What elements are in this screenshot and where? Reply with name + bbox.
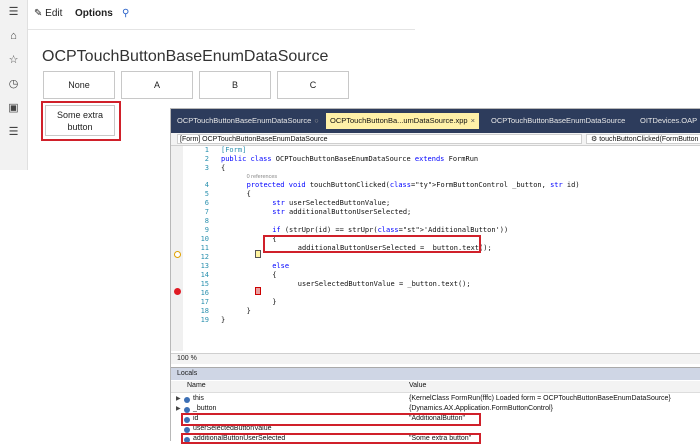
line-number: 8 (204, 217, 209, 225)
code-line: [Form] (221, 146, 247, 154)
none-button[interactable]: None (43, 71, 115, 99)
local-value: {KernelClass FormRun(fffc) Loaded form =… (409, 395, 671, 402)
line-number: 17 (200, 298, 209, 306)
class-dropdown[interactable]: [Form] OCPTouchButtonBaseEnumDataSource (177, 134, 582, 144)
navigation-rail: ☰ ⌂ ☆ ◷ ▣ ☰ (0, 0, 28, 170)
name-column-header[interactable]: Name (187, 382, 206, 389)
visual-studio-window: OCPTouchButtonBaseEnumDataSource ○ OCPTou… (170, 108, 700, 444)
edit-button[interactable]: ✎ Edit (34, 8, 62, 19)
line-number: 15 (200, 280, 209, 288)
line-number: 18 (200, 307, 209, 315)
code-line: } (246, 307, 251, 315)
pin-icon[interactable]: ○ (314, 116, 319, 125)
b-button[interactable]: B (199, 71, 271, 99)
closing-brace-marker-icon (255, 250, 261, 258)
code-line: if (strUpr(id) == strUpr(class="st">'Add… (272, 226, 509, 234)
expand-arrow-icon[interactable]: ▶ (176, 405, 181, 412)
value-column-header[interactable]: Value (409, 382, 426, 389)
breakpoint-icon[interactable] (174, 288, 181, 295)
locals-row[interactable]: ▶ this {KernelClass FormRun(fffc) Loaded… (171, 395, 700, 405)
locals-window: Locals Name Value ▶ this {KernelClass Fo… (171, 367, 700, 444)
line-number: 14 (200, 271, 209, 279)
search-icon[interactable]: ⚲ (122, 8, 129, 19)
code-line: { (246, 190, 251, 198)
tab-label: OCPTouchButtonBaseEnumDataSource (491, 116, 626, 125)
local-name: userSelectedButtonValue (193, 425, 272, 432)
closing-brace-marker-icon (255, 287, 261, 295)
close-icon[interactable]: × (471, 116, 475, 125)
hamburger-menu-icon[interactable]: ☰ (0, 0, 27, 24)
line-number: 1 (204, 146, 209, 154)
line-number: 3 (204, 164, 209, 172)
line-number: 4 (204, 181, 209, 189)
current-breakpoint-icon[interactable] (174, 251, 181, 258)
action-pane: ✎ Edit Options ⚲ (28, 0, 415, 30)
line-number: 19 (200, 316, 209, 324)
zoom-level[interactable]: 100 % (177, 355, 197, 362)
tab-xpp-source[interactable]: OCPTouchButtonBa...umDataSource.xpp × (326, 113, 479, 129)
edit-pencil-icon: ✎ (34, 8, 43, 19)
line-number: 10 (200, 235, 209, 243)
code-line: else (272, 262, 290, 270)
a-button[interactable]: A (121, 71, 193, 99)
code-line: } (221, 316, 226, 324)
editor-tab-bar: OCPTouchButtonBaseEnumDataSource ○ OCPTou… (171, 109, 700, 133)
highlight-box-assignment (263, 235, 481, 253)
expand-arrow-icon[interactable]: ▶ (176, 395, 181, 402)
line-number: 16 (200, 289, 209, 297)
edit-label: Edit (45, 8, 63, 19)
variable-icon (184, 397, 190, 403)
highlight-box-selected-row (181, 433, 481, 444)
tab-label: OITDevices.OAP (640, 116, 698, 125)
form-title: OCPTouchButtonBaseEnumDataSource (42, 48, 329, 65)
line-number: 9 (204, 226, 209, 234)
line-number: 11 (200, 244, 209, 252)
code-line: } (272, 298, 277, 306)
line-number: 2 (204, 155, 209, 163)
code-line: str additionalButtonUserSelected; (272, 208, 412, 216)
tab-form-designer[interactable]: OCPTouchButtonBaseEnumDataSource ○ (173, 113, 323, 129)
method-dropdown-label: touchButtonClicked(FormButton (599, 136, 699, 143)
method-icon: ⚙ (591, 136, 598, 143)
zoom-bar: 100 % (171, 353, 700, 364)
references-codelens[interactable]: 0 references (247, 174, 278, 180)
locals-column-header: Name Value (171, 381, 700, 393)
code-line: public class OCPTouchButtonBaseEnumDataS… (221, 155, 479, 163)
highlight-box-id-row (181, 413, 481, 426)
local-name: _button (193, 405, 217, 412)
code-line: userSelectedButtonValue = _button.text()… (297, 280, 471, 288)
tab-label: OCPTouchButtonBa...umDataSource.xpp (330, 116, 468, 125)
tab-form[interactable]: OCPTouchButtonBaseEnumDataSource (487, 113, 629, 129)
code-editor[interactable]: 1 [Form] 2 public class OCPTouchButtonBaseE… (171, 146, 700, 351)
line-number: 13 (200, 262, 209, 270)
local-name: this (193, 395, 204, 402)
line-number: 6 (204, 199, 209, 207)
tab-oitdevices[interactable]: OITDevices.OAP (636, 113, 700, 129)
navigation-bar: [Form] OCPTouchButtonBaseEnumDataSource … (171, 133, 700, 146)
local-value: {Dynamics.AX.Application.FormButtonContr… (409, 405, 553, 412)
c-button[interactable]: C (277, 71, 349, 99)
code-line: protected void touchButtonClicked(class=… (246, 181, 580, 189)
options-button[interactable]: Options (75, 8, 113, 19)
modules-list-icon[interactable]: ☰ (0, 120, 27, 144)
code-line: str userSelectedButtonValue; (272, 199, 391, 207)
line-number: 7 (204, 208, 209, 216)
line-number: 12 (200, 253, 209, 261)
highlight-box-extra-button (41, 101, 121, 141)
code-line: { (221, 164, 226, 172)
locals-title: Locals (171, 368, 700, 380)
workspaces-icon[interactable]: ▣ (0, 96, 27, 120)
line-number: 5 (204, 190, 209, 198)
method-dropdown[interactable]: ⚙ touchButtonClicked(FormButton (586, 134, 700, 144)
tab-label: OCPTouchButtonBaseEnumDataSource (177, 116, 312, 125)
home-icon[interactable]: ⌂ (0, 24, 27, 48)
favorites-star-icon[interactable]: ☆ (0, 48, 27, 72)
code-line: { (272, 271, 277, 279)
recent-clock-icon[interactable]: ◷ (0, 72, 27, 96)
